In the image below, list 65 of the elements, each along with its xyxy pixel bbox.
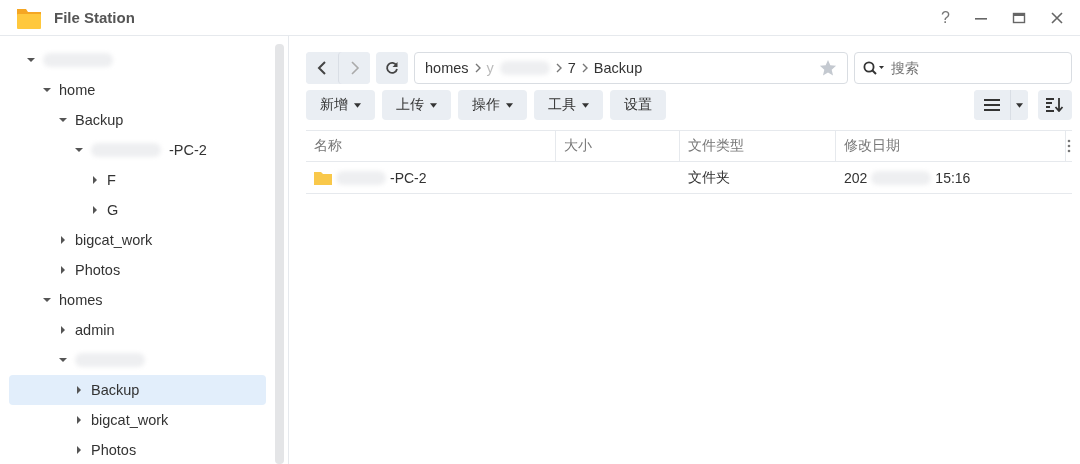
path-field[interactable]: homes y 7 Backup (414, 52, 848, 84)
caret-down-icon (1016, 102, 1023, 108)
tree-item[interactable]: home (9, 75, 266, 105)
column-header[interactable]: 名称 (306, 131, 556, 161)
caret-down-icon[interactable] (43, 86, 51, 94)
caret-right-icon[interactable] (75, 446, 83, 454)
folder-icon (314, 170, 332, 185)
chevron-right-icon (474, 63, 481, 73)
star-icon[interactable] (819, 59, 837, 77)
tree-item[interactable]: F (9, 165, 266, 195)
sort-icon (1046, 98, 1064, 112)
caret-right-icon[interactable] (59, 236, 67, 244)
caret-right-icon[interactable] (91, 176, 99, 184)
file-name[interactable]: -PC-2 (390, 169, 427, 186)
caret-right-icon[interactable] (59, 266, 67, 274)
toolbar-button[interactable]: 工具 (534, 90, 603, 120)
tree-item[interactable]: bigcat_work (9, 225, 266, 255)
caret-down-icon[interactable] (59, 116, 67, 124)
caret-down-icon[interactable] (59, 356, 67, 364)
sort-button[interactable] (1038, 90, 1072, 120)
caret-down-icon[interactable] (75, 146, 83, 154)
tree-item[interactable]: Backup (9, 375, 266, 405)
tree-item[interactable]: -PC-2 (9, 135, 266, 165)
breadcrumb[interactable]: 7 (567, 60, 576, 76)
view-menu-button[interactable] (1010, 90, 1028, 120)
chevron-right-icon (349, 61, 360, 75)
table-cell: 202 (844, 169, 868, 186)
refresh-icon (385, 61, 399, 75)
toolbar-button[interactable]: 新增 (306, 90, 375, 120)
tree-item[interactable]: G (9, 195, 266, 225)
search-field[interactable]: 搜索 (854, 52, 1072, 84)
tree-item[interactable]: Backup (9, 105, 266, 135)
column-header[interactable]: 修改日期 (836, 131, 1066, 161)
caret-down-icon[interactable] (43, 296, 51, 304)
chevron-left-icon (317, 61, 327, 75)
help-button[interactable]: ? (941, 8, 950, 27)
more-icon[interactable] (1067, 139, 1071, 153)
breadcrumb[interactable]: homes (425, 60, 469, 76)
chevron-right-icon (555, 63, 562, 73)
caret-right-icon[interactable] (75, 416, 83, 424)
tree-item[interactable]: Photos (9, 435, 266, 464)
table-cell: 文件夹 (688, 168, 730, 187)
toolbar-button[interactable]: 上传 (382, 90, 451, 120)
caret-down-icon[interactable] (27, 56, 35, 64)
window-title: File Station (54, 9, 135, 26)
tree-item[interactable]: bigcat_work (9, 405, 266, 435)
chevron-right-icon (581, 63, 588, 73)
caret-right-icon[interactable] (75, 386, 83, 394)
close-icon[interactable] (1050, 10, 1064, 25)
table-cell: 15:16 (935, 169, 971, 186)
caret-right-icon[interactable] (91, 206, 99, 214)
caret-right-icon[interactable] (59, 326, 67, 334)
search-icon[interactable] (863, 61, 885, 75)
scrollbar[interactable] (275, 44, 284, 464)
tree-item[interactable]: admin (9, 315, 266, 345)
tree-item[interactable]: homes (9, 285, 266, 315)
list-icon (984, 99, 1000, 111)
refresh-button[interactable] (376, 52, 408, 84)
column-header[interactable]: 大小 (556, 131, 680, 161)
breadcrumb[interactable]: Backup (593, 60, 643, 76)
maximize-icon[interactable] (1012, 10, 1026, 25)
tree-item[interactable]: Photos (9, 255, 266, 285)
toolbar-button[interactable]: 操作 (458, 90, 527, 120)
column-header[interactable]: 文件类型 (680, 131, 836, 161)
toolbar-button[interactable]: 设置 (610, 90, 666, 120)
